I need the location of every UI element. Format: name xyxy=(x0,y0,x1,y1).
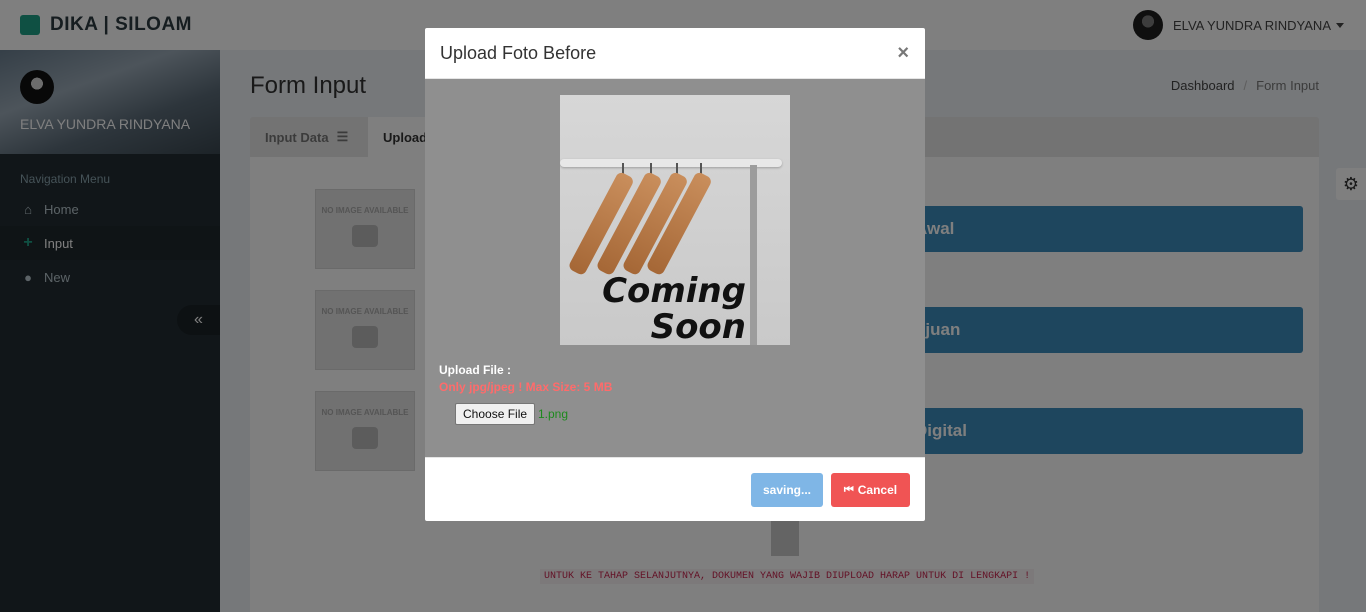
upload-file-label: Upload File : xyxy=(439,363,511,377)
selected-file-name: 1.png xyxy=(538,407,569,421)
modal-title: Upload Foto Before xyxy=(440,42,597,63)
preview-rail xyxy=(560,159,782,167)
close-icon[interactable]: × xyxy=(897,42,909,65)
modal-footer: saving... ⏮ Cancel xyxy=(425,457,925,521)
modal-body: Coming Soon Upload File : Only jpg/jpeg … xyxy=(425,79,925,457)
preview-pole xyxy=(750,165,757,345)
save-button[interactable]: saving... xyxy=(751,473,823,507)
preview-caption-line1: Coming xyxy=(602,271,746,311)
upload-hint: Only jpg/jpeg ! Max Size: 5 MB xyxy=(439,380,613,394)
step-backward-icon: ⏮ xyxy=(843,483,854,496)
cancel-label: Cancel xyxy=(857,483,898,497)
choose-file-button[interactable]: Choose File xyxy=(455,403,536,425)
modal-header: Upload Foto Before × xyxy=(425,28,925,79)
cancel-button[interactable]: ⏮ Cancel xyxy=(831,473,910,507)
image-preview: Coming Soon xyxy=(560,95,790,345)
preview-caption-line2: Soon xyxy=(650,307,746,345)
upload-modal: Upload Foto Before × Coming Soon Upload … xyxy=(425,28,925,521)
